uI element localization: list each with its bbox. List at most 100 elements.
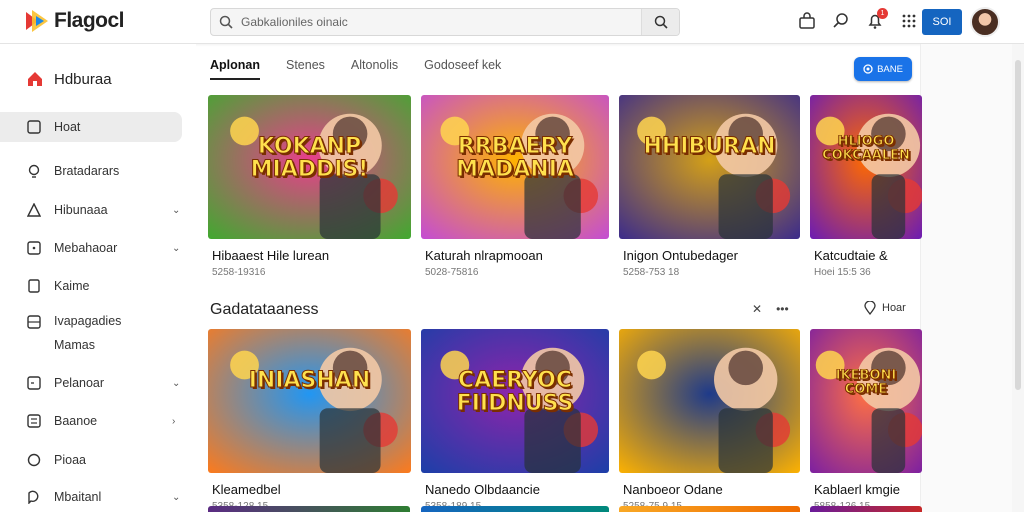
logo-mark-icon <box>26 10 48 32</box>
card-meta: 5258-19316 <box>212 267 266 278</box>
bulb-icon <box>26 163 42 179</box>
search-alt-icon[interactable] <box>830 10 852 32</box>
card-thumbnail[interactable]: INIASHAN <box>208 329 411 473</box>
card-meta: Hoei 15:5 36 <box>814 267 871 278</box>
search-bar[interactable]: Gabkalioniles oinaic <box>210 8 680 36</box>
card-thumbnail-partial[interactable] <box>208 506 410 512</box>
thumbnail-headline: HHIBURAN <box>625 135 794 158</box>
card-thumbnail[interactable]: IKEBONI COME <box>810 329 922 473</box>
search-icon <box>654 15 668 29</box>
notification-icon[interactable]: 1 <box>864 8 888 32</box>
card-meta: 5258-753 18 <box>623 267 680 278</box>
category-tabs: Aplonan Stenes Altonolis Godoseef kek <box>210 58 501 80</box>
sidebar-item-label: Ivapagadies <box>54 314 122 328</box>
target-icon <box>863 64 873 74</box>
card-title[interactable]: Inigon Ontubedager <box>623 248 738 263</box>
square-icon <box>26 119 42 135</box>
sidebar-item-label: Baanoe <box>54 414 98 428</box>
sidebar-item-label: Hibunaaa <box>54 203 108 217</box>
chevron-right-icon[interactable]: › <box>172 416 175 427</box>
card-thumbnail[interactable]: CAERYOC FIIDNUSS <box>421 329 609 473</box>
thumbnail-headline-line: MIADDIS! <box>250 158 369 182</box>
sidebar-item-ivapagadies[interactable]: Ivapagadies Mamas <box>0 310 196 356</box>
card-title[interactable]: Katurah nlrapmooan <box>425 248 543 263</box>
card-thumbnail[interactable] <box>619 329 800 473</box>
sidebar-brand-label: Hdburaa <box>54 70 112 88</box>
card-thumbnail-partial[interactable] <box>810 506 922 512</box>
top-icons: 1 <box>796 8 920 32</box>
sidebar-item-label: Mbaitanl <box>54 490 102 504</box>
signin-button[interactable]: SOI <box>922 9 962 35</box>
thumbnail-headline-line: INIASHAN <box>248 369 371 393</box>
store-icon[interactable] <box>796 10 818 32</box>
live-button[interactable]: BANE <box>854 57 912 81</box>
card-title[interactable]: Nanedo Olbdaancie <box>425 482 540 497</box>
thumbnail-headline: INIASHAN <box>214 369 405 392</box>
section-title: Gadatataaness <box>210 301 319 318</box>
thumbnail-art <box>208 329 411 473</box>
sidebar-item-hibunaaa[interactable]: Hibunaaa ⌄ <box>0 195 196 225</box>
search-button[interactable] <box>641 9 679 35</box>
sidebar-item-mebahaoar[interactable]: Mebahaoar ⌄ <box>0 233 196 263</box>
close-icon[interactable]: ✕ <box>752 302 762 316</box>
card-meta: 5028-75816 <box>425 267 479 278</box>
chevron-down-icon[interactable]: ⌄ <box>172 378 180 389</box>
sidebar-item-pelanoar[interactable]: Pelanoar ⌄ <box>0 368 196 398</box>
thumbnail-headline: CAERYOC FIIDNUSS <box>427 369 603 415</box>
tab-altonolis[interactable]: Altonolis <box>351 58 398 80</box>
app-logo[interactable]: Flagocl <box>24 8 125 34</box>
scrollbar-thumb[interactable] <box>1015 60 1021 390</box>
sidebar-item-bratadarars[interactable]: Bratadarars <box>0 156 196 186</box>
thumbnail-art <box>619 329 800 473</box>
more-icon[interactable]: ••• <box>776 302 789 316</box>
card-thumbnail-partial[interactable] <box>619 506 800 512</box>
card-thumbnail[interactable]: HHIBURAN <box>619 95 800 239</box>
thumbnail-art <box>810 95 922 239</box>
card-thumbnail[interactable]: HLIOGO COKCAALEN <box>810 95 922 239</box>
sidebar-item-label: Pelanoar <box>54 376 105 390</box>
card-thumbnail[interactable]: KOKANP MIADDIS! <box>208 95 411 239</box>
sidebar: Hdburaa Hoat Bratadarars Hibunaaa ⌄ Meba… <box>0 44 196 512</box>
chevron-down-icon[interactable]: ⌄ <box>172 492 180 503</box>
pin-icon <box>864 301 876 315</box>
tab-aplonan[interactable]: Aplonan <box>210 58 260 80</box>
card-title[interactable]: Kleamedbel <box>212 482 281 497</box>
sidebar-item-sublabel: Mamas <box>54 338 95 352</box>
grid-icon <box>26 314 42 330</box>
card-title[interactable]: Kablaerl kmgie <box>814 482 900 497</box>
thumbnail-headline-line: HHIBURAN <box>643 135 776 159</box>
card-title[interactable]: Nanboeor Odane <box>623 482 723 497</box>
sidebar-item-hoat[interactable]: Hoat <box>0 112 182 142</box>
thumbnail-headline-line: MADANIA <box>456 158 575 182</box>
card-title[interactable]: Hibaaest Hile lurean <box>212 248 329 263</box>
avatar[interactable] <box>970 7 1000 37</box>
sidebar-item-kaime[interactable]: Kaime <box>0 271 196 301</box>
thumbnail-headline-line: HLIOGO <box>837 135 895 149</box>
thumbnail-headline-line: IKEBONI <box>835 369 897 383</box>
chat-icon <box>26 489 42 505</box>
apps-grid-icon[interactable] <box>898 10 920 32</box>
sidebar-item-label: Pioaa <box>54 453 86 467</box>
card-title[interactable]: Katcudtaie & <box>814 248 888 263</box>
thumbnail-headline-line: CAERYOC <box>458 369 573 393</box>
doc-icon <box>26 278 42 294</box>
tab-stenes[interactable]: Stenes <box>286 58 325 80</box>
section-more-link[interactable]: Hoar <box>864 301 906 315</box>
list-icon <box>26 413 42 429</box>
sidebar-item-label: Hoat <box>54 120 81 134</box>
search-input[interactable]: Gabkalioniles oinaic <box>241 15 641 29</box>
tab-godoseef[interactable]: Godoseef kek <box>424 58 501 80</box>
chevron-down-icon[interactable]: ⌄ <box>172 205 180 216</box>
card-thumbnail-partial[interactable] <box>421 506 609 512</box>
section-tools: ✕ ••• <box>752 302 789 316</box>
sidebar-item-baanoe[interactable]: Baanoe › <box>0 406 196 436</box>
sidebar-item-label: Bratadarars <box>54 164 120 178</box>
sidebar-item-mbaitanl[interactable]: Mbaitanl ⌄ <box>0 482 196 512</box>
sidebar-item-pioaa[interactable]: Pioaa <box>0 445 196 475</box>
thumbnail-headline-line: FIIDNUSS <box>456 392 574 416</box>
sidebar-brand[interactable]: Hdburaa <box>26 70 112 88</box>
chevron-down-icon[interactable]: ⌄ <box>172 243 180 254</box>
card-thumbnail[interactable]: RRBAERY MADANIA <box>421 95 609 239</box>
sidebar-item-label: Kaime <box>54 279 90 293</box>
circle-icon <box>26 452 42 468</box>
